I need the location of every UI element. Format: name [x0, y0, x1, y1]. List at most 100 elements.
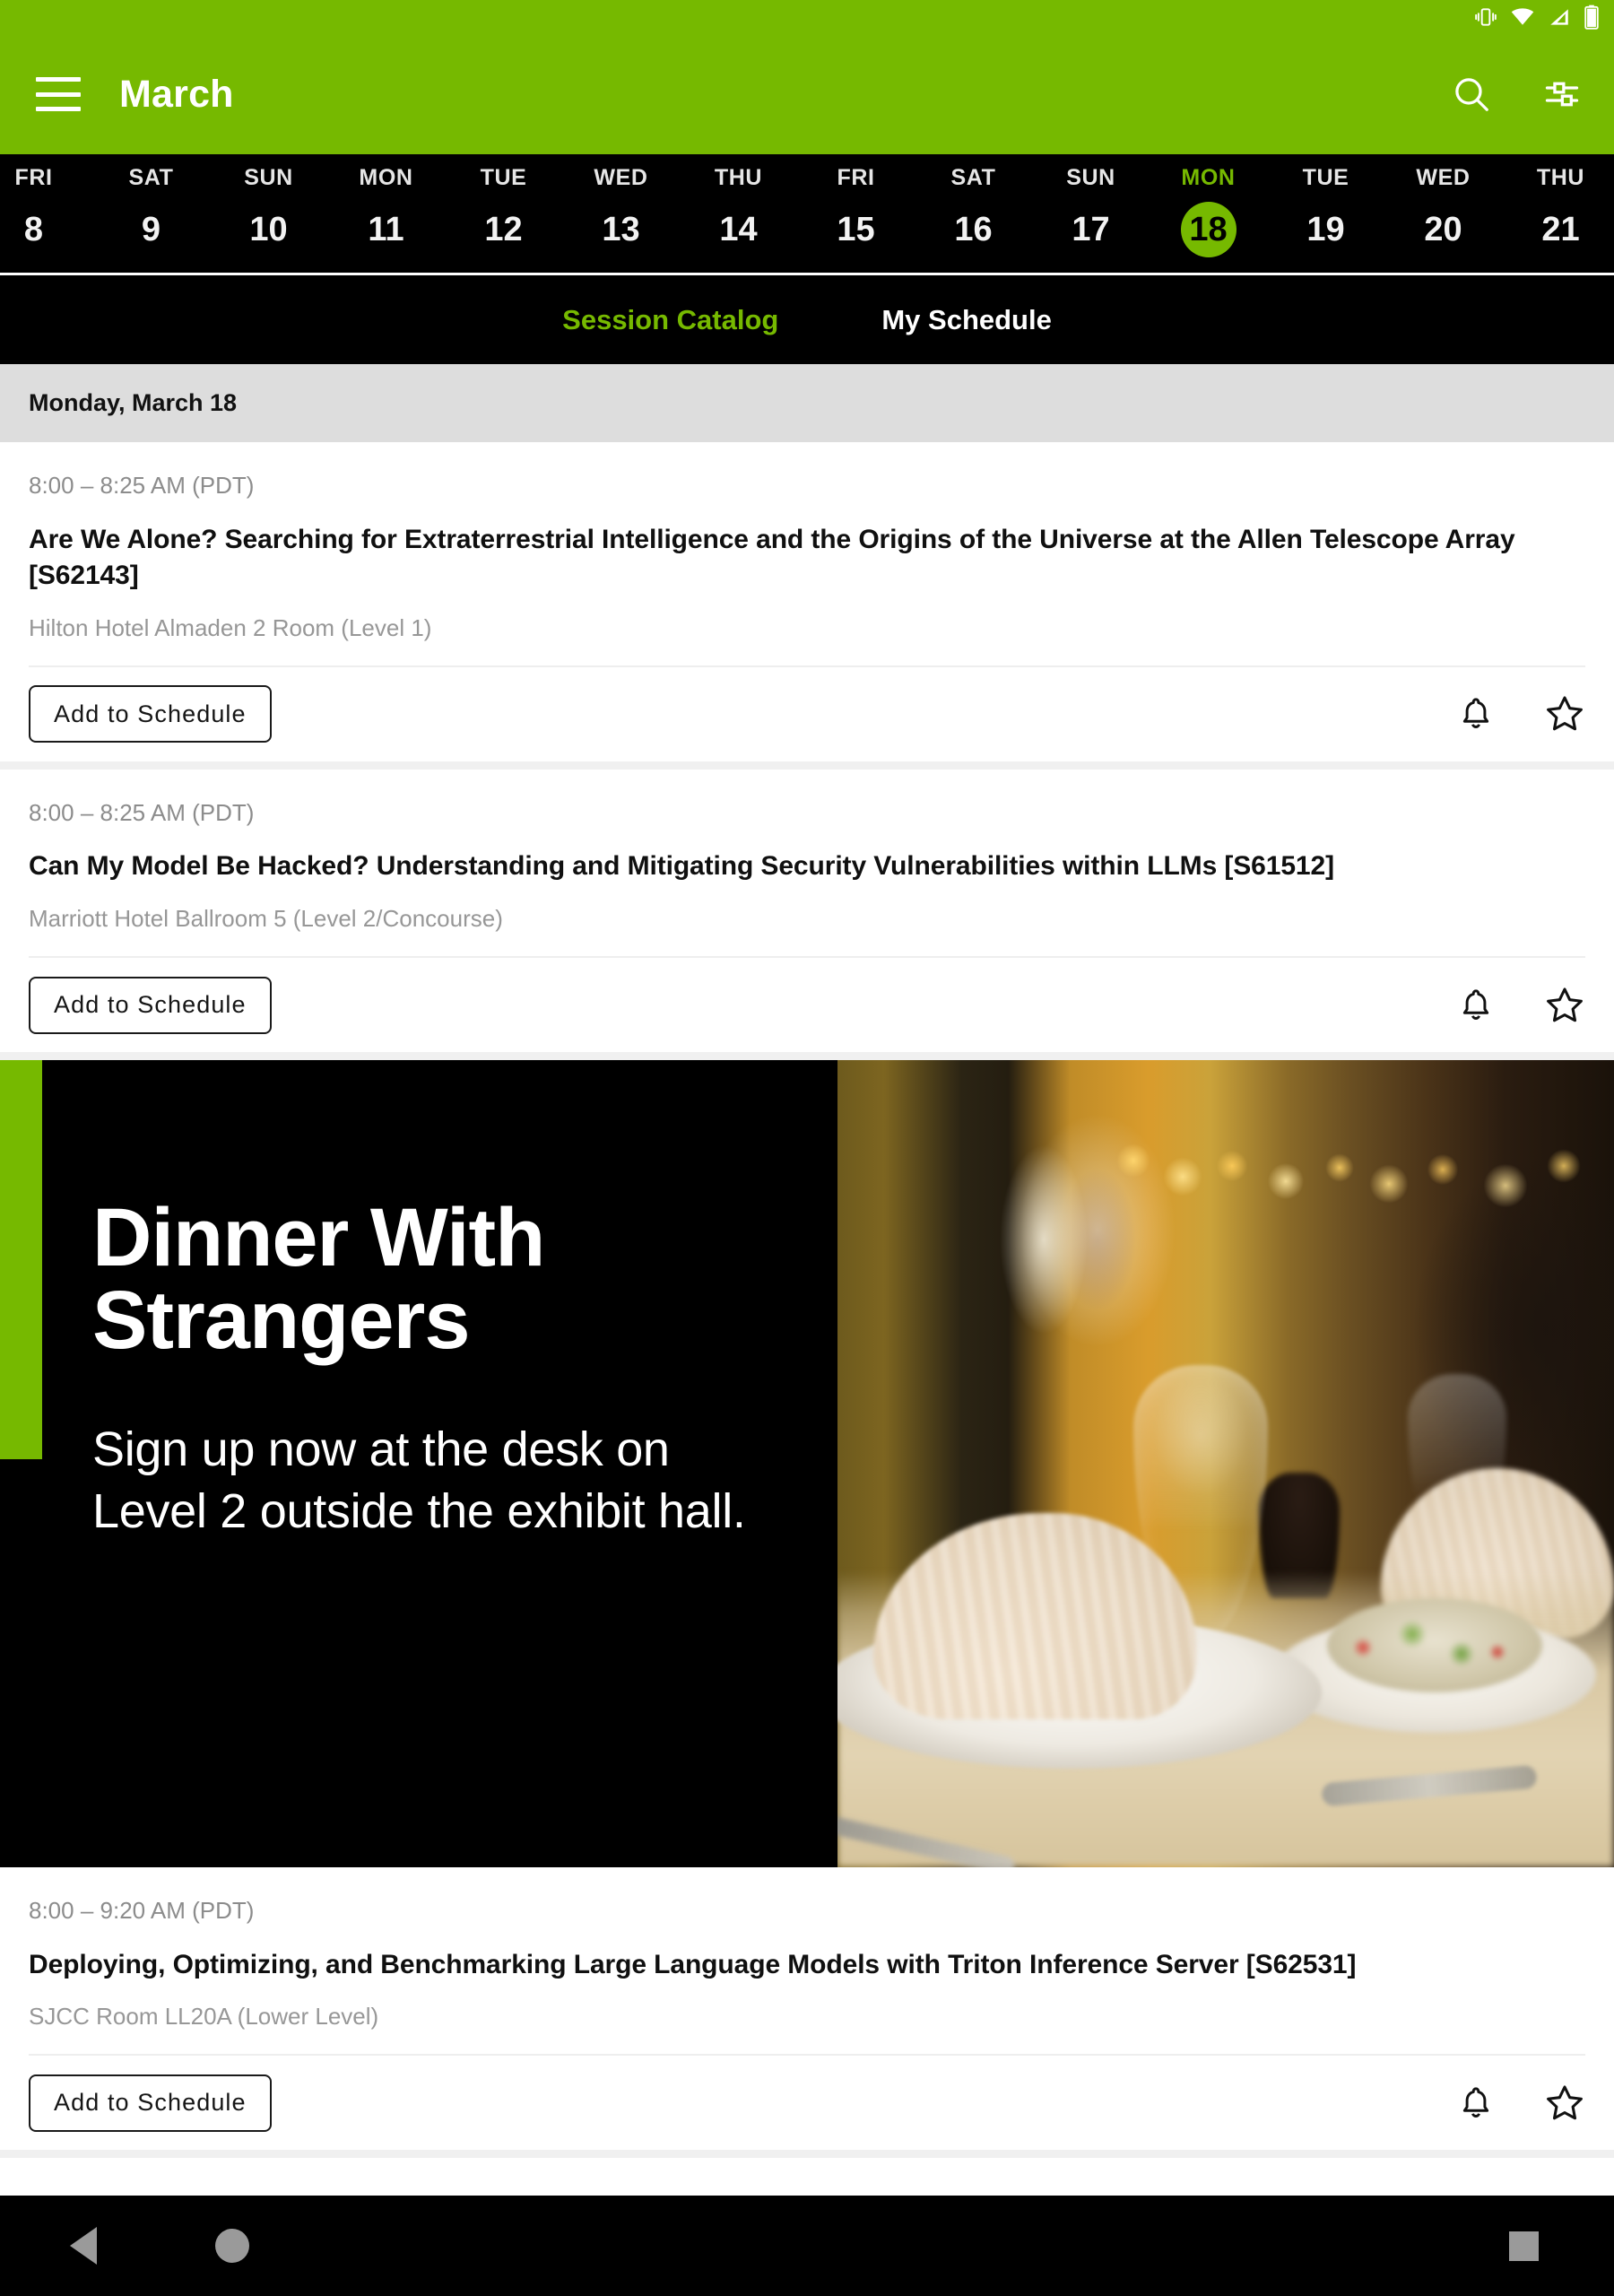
date-cell-17[interactable]: SUN 17 — [1032, 154, 1150, 257]
session-title[interactable]: Can My Model Be Hacked? Understanding an… — [29, 848, 1585, 885]
date-cell-15[interactable]: FRI 15 — [797, 154, 915, 257]
date-cell-number: 19 — [1306, 211, 1345, 248]
promo-title: Dinner With Strangers — [92, 1196, 837, 1361]
date-cell-dow: SAT — [950, 165, 996, 190]
add-to-schedule-button[interactable]: Add to Schedule — [29, 685, 272, 744]
date-cell-20[interactable]: WED 20 — [1384, 154, 1502, 257]
session-card-actions: Add to Schedule — [29, 956, 1585, 1052]
date-cell-18[interactable]: MON 18 — [1150, 154, 1267, 257]
session-card-icons — [1456, 2083, 1585, 2124]
date-cell-dow: SAT — [128, 165, 174, 190]
date-cell-dow: MON — [1181, 165, 1236, 190]
date-cell-number: 10 — [249, 211, 288, 248]
tab-bar: Session Catalog My Schedule — [0, 273, 1614, 364]
notification-bell-icon[interactable] — [1456, 986, 1496, 1025]
date-cell-number: 20 — [1424, 211, 1462, 248]
date-cell-dow: SUN — [244, 165, 293, 190]
promo-title-line-1: Dinner With — [92, 1192, 545, 1284]
date-cell-16[interactable]: SAT 16 — [915, 154, 1032, 257]
date-cell-12[interactable]: TUE 12 — [445, 154, 562, 257]
date-cell-11[interactable]: MON 11 — [327, 154, 445, 257]
favorite-star-icon[interactable] — [1544, 985, 1585, 1026]
session-card-actions: Add to Schedule — [29, 2054, 1585, 2150]
date-cell-dow: FRI — [14, 165, 53, 190]
date-cell-number: 13 — [602, 211, 640, 248]
android-nav-bar — [0, 2196, 1614, 2296]
favorite-star-icon[interactable] — [1544, 693, 1585, 735]
app-bar: March — [0, 34, 1614, 154]
promo-banner-text: Dinner With Strangers Sign up now at the… — [42, 1060, 837, 1868]
session-card[interactable]: 8:00 – 8:25 AM (PDT) Can My Model Be Hac… — [0, 769, 1614, 1061]
session-title[interactable]: Deploying, Optimizing, and Benchmarking … — [29, 1947, 1585, 1984]
date-cell-number: 12 — [484, 211, 523, 248]
vibrate-icon — [1474, 5, 1497, 29]
session-card-actions: Add to Schedule — [29, 665, 1585, 761]
date-cell-dow: FRI — [837, 165, 875, 190]
session-time: 8:00 – 8:25 AM (PDT) — [29, 798, 255, 826]
promo-title-line-2: Strangers — [92, 1274, 471, 1367]
favorite-star-icon[interactable] — [1544, 2083, 1585, 2124]
back-triangle-icon[interactable] — [70, 2227, 97, 2265]
date-cell-dow: TUE — [480, 165, 527, 190]
date-cell-dow: SUN — [1066, 165, 1115, 190]
battery-icon — [1584, 4, 1600, 30]
promo-banner-image — [837, 1060, 1614, 1868]
date-cell-dow: MON — [359, 165, 413, 190]
date-cell-10[interactable]: SUN 10 — [210, 154, 327, 257]
session-room: Marriott Hotel Ballroom 5 (Level 2/Conco… — [29, 904, 503, 932]
hamburger-menu-icon[interactable] — [36, 77, 81, 111]
date-cell-number: 16 — [954, 211, 993, 248]
session-card-icons — [1456, 693, 1585, 735]
date-strip-track: FRI 8 SAT 9 SUN 10 MON 11 TUE 12 WED 13 THU 14 FRI 15 SA… — [0, 154, 1614, 257]
status-bar — [0, 0, 1614, 34]
wifi-icon — [1510, 4, 1535, 30]
session-list-scroll[interactable]: Monday, March 18 8:00 – 8:25 AM (PDT) Ar… — [0, 364, 1614, 2196]
filter-sliders-icon[interactable] — [1542, 74, 1582, 114]
session-card[interactable]: 8:00 – 9:20 AM (PDT) Deploying, Optimizi… — [0, 1867, 1614, 2159]
tab-session-catalog[interactable]: Session Catalog — [562, 304, 778, 336]
date-cell-number: 11 — [368, 211, 404, 248]
page-title: March — [119, 72, 234, 116]
date-cell-number: 9 — [141, 211, 161, 248]
date-cell-dow: WED — [1416, 165, 1471, 190]
session-card[interactable]: 8:00 – 8:25 AM (PDT) Are We Alone? Searc… — [0, 442, 1614, 770]
date-cell-dow: THU — [714, 165, 763, 190]
session-card-icons — [1456, 985, 1585, 1026]
app-bar-actions — [1451, 74, 1582, 115]
date-cell-number: 21 — [1541, 211, 1580, 248]
tab-my-schedule[interactable]: My Schedule — [881, 304, 1052, 336]
promo-accent-stripe — [0, 1060, 42, 1460]
date-cell-13[interactable]: WED 13 — [562, 154, 680, 257]
date-cell-8[interactable]: FRI 8 — [0, 154, 92, 257]
decor-salad — [1327, 1598, 1542, 1693]
add-to-schedule-button[interactable]: Add to Schedule — [29, 976, 272, 1034]
app-root: March FRI 8 SAT 9 SUN 10 MON 11 TUE 12 WED 13 THU 14 F… — [0, 0, 1614, 2296]
home-circle-icon[interactable] — [215, 2229, 249, 2263]
date-cell-number: 17 — [1072, 211, 1110, 248]
session-time: 8:00 – 9:20 AM (PDT) — [29, 1897, 255, 1925]
date-cell-dow: TUE — [1302, 165, 1349, 190]
date-cell-21[interactable]: THU 21 — [1502, 154, 1614, 257]
date-cell-number: 14 — [719, 211, 758, 248]
search-icon[interactable] — [1451, 74, 1492, 115]
date-cell-dow: THU — [1536, 165, 1585, 190]
session-time: 8:00 – 8:25 AM (PDT) — [29, 472, 255, 499]
session-title[interactable]: Are We Alone? Searching for Extraterrest… — [29, 522, 1585, 595]
session-room: SJCC Room LL20A (Lower Level) — [29, 2003, 379, 2031]
add-to-schedule-button[interactable]: Add to Schedule — [29, 2074, 272, 2132]
recents-square-icon[interactable] — [1509, 2231, 1539, 2261]
promo-banner[interactable]: Dinner With Strangers Sign up now at the… — [0, 1060, 1614, 1868]
day-header: Monday, March 18 — [0, 364, 1614, 442]
cell-signal-icon — [1548, 5, 1571, 29]
date-cell-9[interactable]: SAT 9 — [92, 154, 210, 257]
promo-subtitle: Sign up now at the desk on Level 2 outsi… — [92, 1422, 746, 1539]
date-strip[interactable]: FRI 8 SAT 9 SUN 10 MON 11 TUE 12 WED 13 THU 14 FRI 15 SA… — [0, 154, 1614, 273]
date-cell-19[interactable]: TUE 19 — [1267, 154, 1384, 257]
session-room: Hilton Hotel Almaden 2 Room (Level 1) — [29, 613, 432, 641]
date-cell-number: 15 — [837, 211, 875, 248]
date-cell-14[interactable]: THU 14 — [680, 154, 797, 257]
date-cell-number: 18 — [1180, 202, 1237, 257]
date-cell-number: 8 — [23, 211, 44, 248]
notification-bell-icon[interactable] — [1456, 2083, 1496, 2123]
notification-bell-icon[interactable] — [1456, 694, 1496, 734]
